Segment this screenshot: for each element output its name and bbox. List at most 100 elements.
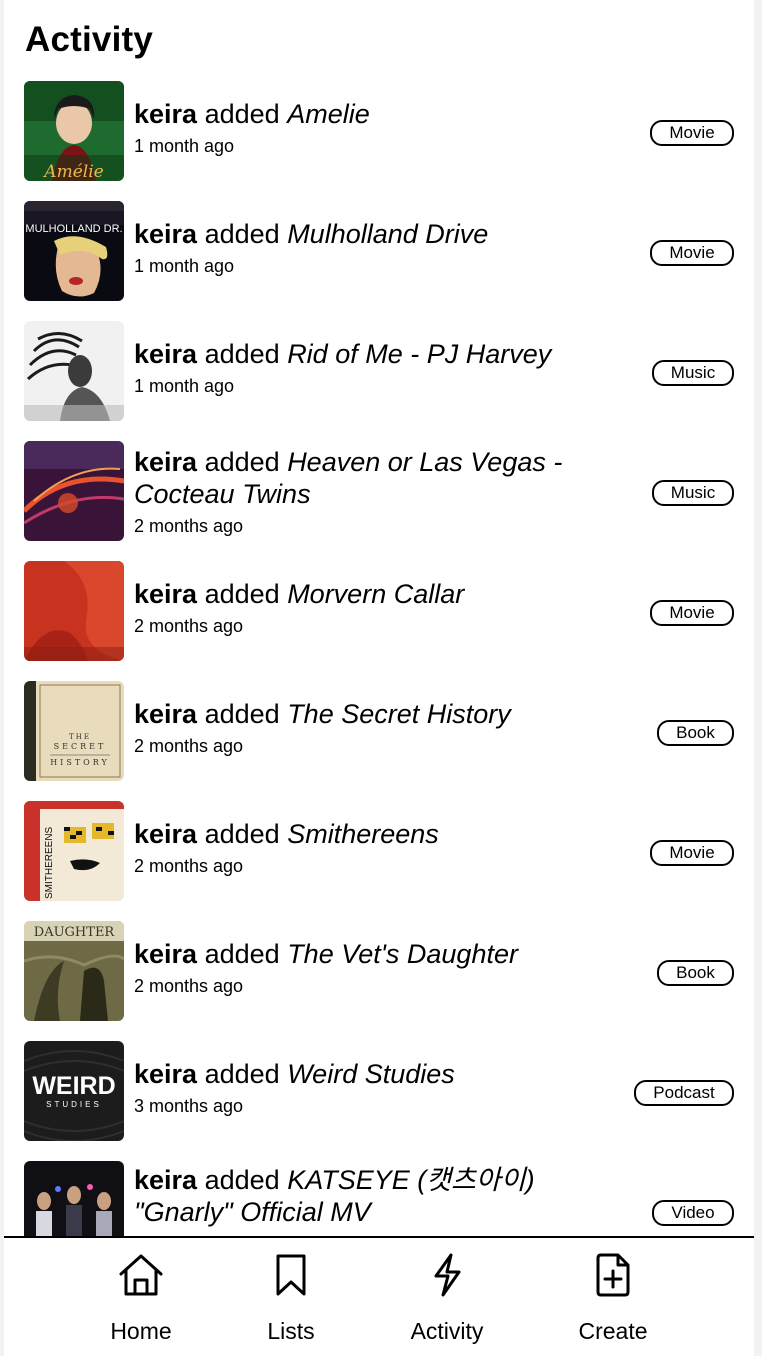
type-badge: Video xyxy=(652,1200,734,1226)
activity-item[interactable]: keira added Heaven or Las Vegas - Coctea… xyxy=(24,441,734,541)
bookmark-icon xyxy=(276,1254,306,1296)
svg-text:WEIRD: WEIRD xyxy=(32,1072,115,1100)
activity-verb: added xyxy=(204,939,280,969)
activity-timestamp: 2 months ago xyxy=(134,616,244,636)
activity-verb: added xyxy=(204,819,280,849)
activity-line: keira added Amelie xyxy=(134,98,604,130)
nav-lists[interactable]: Lists xyxy=(226,1252,356,1345)
heaven-or-las-vegas-cover xyxy=(24,441,124,541)
activity-timestamp: 2 months ago xyxy=(134,976,244,996)
activity-work-title[interactable]: The Vet's Daughter xyxy=(287,939,518,969)
activity-verb: added xyxy=(204,579,280,609)
activity-user[interactable]: keira xyxy=(134,1059,197,1089)
svg-text:SMITHEREENS: SMITHEREENS xyxy=(44,826,55,899)
activity-item[interactable]: keira added Morvern Callar 2 months ago … xyxy=(24,561,734,661)
morvern-callar-poster xyxy=(24,561,124,661)
activity-line: keira added Smithereens xyxy=(134,818,604,850)
activity-verb: added xyxy=(204,99,280,129)
activity-verb: added xyxy=(204,219,280,249)
activity-line: keira added The Vet's Daughter xyxy=(134,938,604,970)
activity-work-title[interactable]: Smithereens xyxy=(287,819,439,849)
svg-text:HISTORY: HISTORY xyxy=(50,758,110,767)
activity-work-title[interactable]: Amelie xyxy=(287,99,370,129)
activity-item[interactable]: DAUGHTER keira added The Vet's Daughter … xyxy=(24,921,734,1021)
svg-text:THE: THE xyxy=(69,733,91,741)
activity-timestamp: 1 month ago xyxy=(134,136,235,156)
activity-verb: added xyxy=(204,339,280,369)
activity-work-title[interactable]: Heaven or Las Vegas - Cocteau Twins xyxy=(134,447,562,509)
activity-line: keira added Heaven or Las Vegas - Coctea… xyxy=(134,446,604,510)
activity-item[interactable]: WEIRD STUDIES keira added Weird Studies … xyxy=(24,1041,734,1141)
mulholland-drive-poster: MULHOLLAND DR. xyxy=(24,201,124,301)
activity-user[interactable]: keira xyxy=(134,699,197,729)
activity-verb: added xyxy=(204,699,280,729)
weird-studies-cover: WEIRD STUDIES xyxy=(24,1041,124,1141)
type-badge: Movie xyxy=(650,240,734,266)
activity-work-title[interactable]: Morvern Callar xyxy=(287,579,464,609)
nav-label: Create xyxy=(578,1318,648,1344)
activity-work-title[interactable]: Mulholland Drive xyxy=(287,219,488,249)
type-badge: Podcast xyxy=(634,1080,734,1106)
type-badge: Movie xyxy=(650,120,734,146)
activity-work-title[interactable]: Weird Studies xyxy=(287,1059,455,1089)
activity-verb: added xyxy=(204,1165,280,1195)
svg-text:SECRET: SECRET xyxy=(54,742,107,751)
activity-work-title[interactable]: Rid of Me - PJ Harvey xyxy=(287,339,551,369)
activity-item[interactable]: keira added Rid of Me - PJ Harvey 1 mont… xyxy=(24,321,734,421)
activity-page: Activity Amélie keira added Amelie 1 mon… xyxy=(4,0,754,1356)
activity-user[interactable]: keira xyxy=(134,339,197,369)
nav-activity[interactable]: Activity xyxy=(382,1252,512,1345)
activity-timestamp: 3 months ago xyxy=(134,1096,244,1116)
nav-create[interactable]: Create xyxy=(548,1252,678,1345)
activity-user[interactable]: keira xyxy=(134,819,197,849)
activity-line: keira added Weird Studies xyxy=(134,1058,604,1090)
secret-history-cover: THE SECRET HISTORY xyxy=(24,681,124,781)
type-badge: Book xyxy=(657,720,734,746)
activity-item[interactable]: THE SECRET HISTORY keira added The Secre… xyxy=(24,681,734,781)
type-badge: Movie xyxy=(650,600,734,626)
svg-text:DAUGHTER: DAUGHTER xyxy=(34,925,116,940)
activity-verb: added xyxy=(204,1059,280,1089)
activity-user[interactable]: keira xyxy=(134,99,197,129)
bottom-navigation: Home Lists Activity Create xyxy=(4,1236,754,1356)
bolt-icon xyxy=(434,1253,461,1297)
vets-daughter-cover: DAUGHTER xyxy=(24,921,124,1021)
activity-work-title[interactable]: The Secret History xyxy=(287,699,511,729)
activity-line: keira added Morvern Callar xyxy=(134,578,604,610)
activity-line: keira added Rid of Me - PJ Harvey xyxy=(134,338,604,370)
activity-user[interactable]: keira xyxy=(134,447,197,477)
smithereens-poster: SMITHEREENS xyxy=(24,801,124,901)
activity-item[interactable]: MULHOLLAND DR. keira added Mulholland Dr… xyxy=(24,201,734,301)
page-title: Activity xyxy=(25,20,154,59)
activity-timestamp: 2 months ago xyxy=(134,516,244,536)
activity-item[interactable]: Amélie keira added Amelie 1 month ago Mo… xyxy=(24,81,734,181)
rid-of-me-cover xyxy=(24,321,124,421)
activity-verb: added xyxy=(204,447,280,477)
activity-timestamp: 2 months ago xyxy=(134,736,244,756)
activity-timestamp: 2 months ago xyxy=(134,856,244,876)
nav-home[interactable]: Home xyxy=(76,1252,206,1345)
activity-user[interactable]: keira xyxy=(134,1165,197,1195)
type-badge: Music xyxy=(652,480,734,506)
svg-text:Amélie: Amélie xyxy=(42,162,103,181)
activity-line: keira added Mulholland Drive xyxy=(134,218,604,250)
home-icon xyxy=(119,1254,163,1296)
amelie-poster: Amélie xyxy=(24,81,124,181)
activity-user[interactable]: keira xyxy=(134,939,197,969)
nav-label: Home xyxy=(110,1318,172,1344)
nav-label: Lists xyxy=(267,1318,315,1344)
activity-timestamp: 1 month ago xyxy=(134,256,235,276)
activity-user[interactable]: keira xyxy=(134,579,197,609)
nav-label: Activity xyxy=(410,1318,484,1344)
svg-text:MULHOLLAND DR.: MULHOLLAND DR. xyxy=(25,223,122,235)
activity-item[interactable]: SMITHEREENS keira added Smithereens 2 mo… xyxy=(24,801,734,901)
svg-text:STUDIES: STUDIES xyxy=(46,1100,102,1109)
activity-timestamp: 1 month ago xyxy=(134,376,235,396)
file-plus-icon xyxy=(596,1253,630,1297)
type-badge: Book xyxy=(657,960,734,986)
activity-user[interactable]: keira xyxy=(134,219,197,249)
type-badge: Movie xyxy=(650,840,734,866)
type-badge: Music xyxy=(652,360,734,386)
activity-line: keira added KATSEYE (캣츠아이) "Gnarly" Offi… xyxy=(134,1164,604,1228)
activity-line: keira added The Secret History xyxy=(134,698,604,730)
